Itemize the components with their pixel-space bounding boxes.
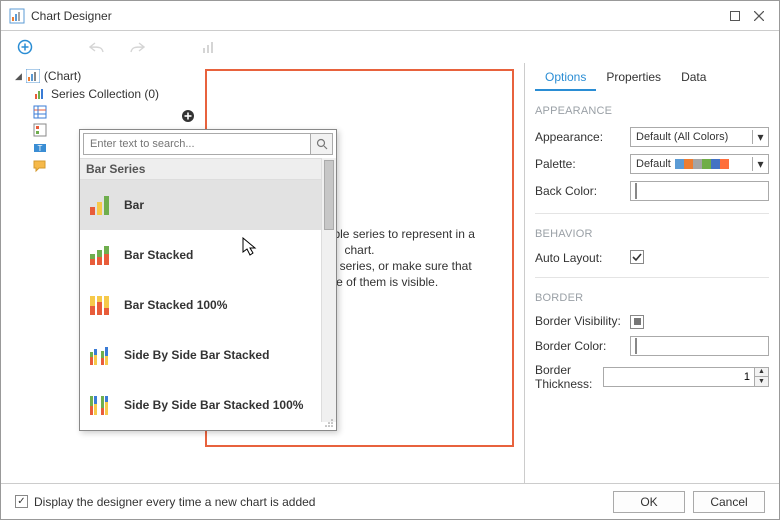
app-icon [9,8,25,24]
label-backcolor: Back Color: [535,184,630,198]
tree-root-label: (Chart) [44,69,81,83]
toolbar [1,31,779,63]
search-icon[interactable] [310,134,332,154]
appearance-value: Default (All Colors) [631,131,752,143]
titlebar: Chart Designer [1,1,779,31]
borderthickness-input[interactable]: ▲ ▼ [603,367,769,387]
palette-value: Default [631,158,675,170]
svg-text:T: T [38,144,43,153]
label-autolayout: Auto Layout: [535,251,630,265]
popup-item-bar[interactable]: Bar [80,180,336,230]
chevron-down-icon[interactable]: ▾ [752,157,768,171]
section-behavior: BEHAVIOR [535,228,769,240]
spin-down[interactable]: ▼ [755,377,768,386]
popup-item-label: Bar Stacked [124,248,193,262]
expand-icon[interactable]: ◢ [15,71,22,82]
scrollbar-thumb[interactable] [324,160,334,230]
bar-stacked-100-icon [88,292,114,318]
palette-swatches [675,159,752,169]
sbs-stacked-icon [88,342,114,368]
popup-search [83,133,333,155]
popup-item-sbs-stacked-100[interactable]: Side By Side Bar Stacked 100% [80,380,336,430]
tree-series[interactable]: Series Collection (0) [15,85,195,103]
backcolor-combo[interactable] [630,181,769,201]
popup-item-sbs-stacked[interactable]: Side By Side Bar Stacked [80,330,336,380]
display-designer-label: Display the designer every time a new ch… [34,495,315,509]
search-input[interactable] [84,134,310,154]
series-collection-icon [33,87,47,101]
backcolor-swatch [635,183,637,199]
series-type-popup: Bar Series Bar Bar Stacked Bar Stacked 1… [79,129,337,431]
label-bcolor: Border Color: [535,339,630,353]
bar-icon [88,192,114,218]
spin-up[interactable]: ▲ [755,368,768,378]
maximize-button[interactable] [723,4,747,28]
popup-item-bar-stacked-100[interactable]: Bar Stacked 100% [80,280,336,330]
popup-item-label: Bar Stacked 100% [124,298,227,312]
properties-panel: Options Properties Data APPEARANCE Appea… [524,63,779,483]
palette-combo[interactable]: Default ▾ [630,154,769,174]
tab-data[interactable]: Data [671,65,716,91]
autolayout-checkbox[interactable] [630,250,644,264]
label-appearance: Appearance: [535,130,630,144]
tab-options[interactable]: Options [535,65,596,91]
bordercolor-swatch [635,338,637,354]
bordervis-checkbox[interactable] [630,315,644,329]
popup-list: Bar Bar Stacked Bar Stacked 100% Side By… [80,180,336,430]
popup-item-label: Bar [124,198,144,212]
tree-root[interactable]: ◢ (Chart) [15,67,195,85]
bordercolor-combo[interactable] [630,336,769,356]
label-palette: Palette: [535,157,630,171]
chart-type-icon [199,37,219,57]
chart-icon [26,69,40,83]
popup-item-label: Side By Side Bar Stacked [124,348,269,362]
label-bthick: Border Thickness: [535,363,603,391]
redo-icon [127,37,147,57]
bar-stacked-icon [88,242,114,268]
display-designer-checkbox[interactable]: ✓ [15,495,28,508]
close-button[interactable] [747,4,771,28]
grid-icon [33,105,47,119]
annotation-icon [33,159,47,173]
section-border: BORDER [535,292,769,304]
ok-button[interactable]: OK [613,491,685,513]
label-bvis: Border Visibility: [535,314,630,328]
property-tabs: Options Properties Data [535,65,769,91]
borderthickness-value[interactable] [604,368,754,386]
popup-item-bar-stacked[interactable]: Bar Stacked [80,230,336,280]
title-icon: T [33,141,47,155]
chevron-down-icon[interactable]: ▾ [752,130,768,144]
window-title: Chart Designer [31,9,723,23]
add-series-button[interactable] [181,109,195,123]
popup-item-label: Side By Side Bar Stacked 100% [124,398,303,412]
appearance-combo[interactable]: Default (All Colors) ▾ [630,127,769,147]
tab-properties[interactable]: Properties [596,65,671,91]
footer: ✓ Display the designer every time a new … [1,483,779,519]
chart-designer-window: Chart Designer ◢ [0,0,780,520]
section-appearance: APPEARANCE [535,105,769,117]
tree-series-label: Series Collection (0) [51,87,159,101]
resize-grip[interactable] [322,416,334,428]
tree-item-2[interactable] [15,103,195,121]
popup-scrollbar[interactable] [321,158,336,422]
sbs-stacked-100-icon [88,392,114,418]
legend-icon [33,123,47,137]
popup-group-bar: Bar Series [80,158,336,180]
undo-icon [87,37,107,57]
cancel-button[interactable]: Cancel [693,491,765,513]
add-icon[interactable] [15,37,35,57]
